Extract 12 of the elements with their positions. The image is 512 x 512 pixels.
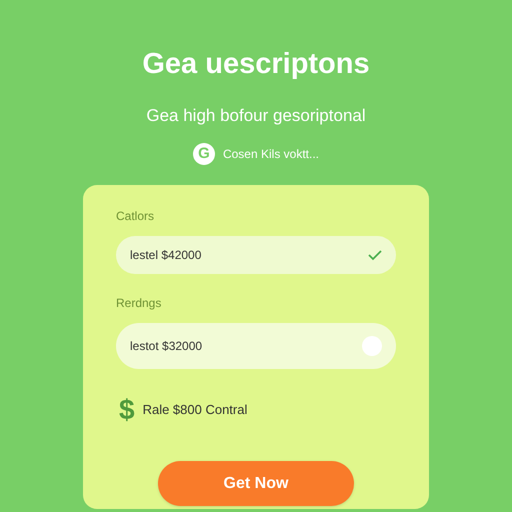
input-field[interactable]: lestel $42000 [116, 236, 396, 274]
note-text: Rale $800 Contral [142, 401, 248, 420]
logo-icon: G [192, 143, 215, 165]
field-label: Catlors [116, 208, 156, 225]
field-label: Rerdngs [116, 295, 162, 312]
dollar-icon: $ [119, 395, 135, 425]
toggle-knob[interactable] [362, 336, 382, 356]
check-icon [368, 249, 382, 261]
subtitle: Gea high bofour gesoriptonal [146, 105, 366, 127]
badge-text: Cosen Kils voktt... [222, 146, 320, 163]
input-field[interactable]: lestot $32000 [116, 323, 396, 369]
page-title: Gea uescriptons [142, 47, 370, 82]
